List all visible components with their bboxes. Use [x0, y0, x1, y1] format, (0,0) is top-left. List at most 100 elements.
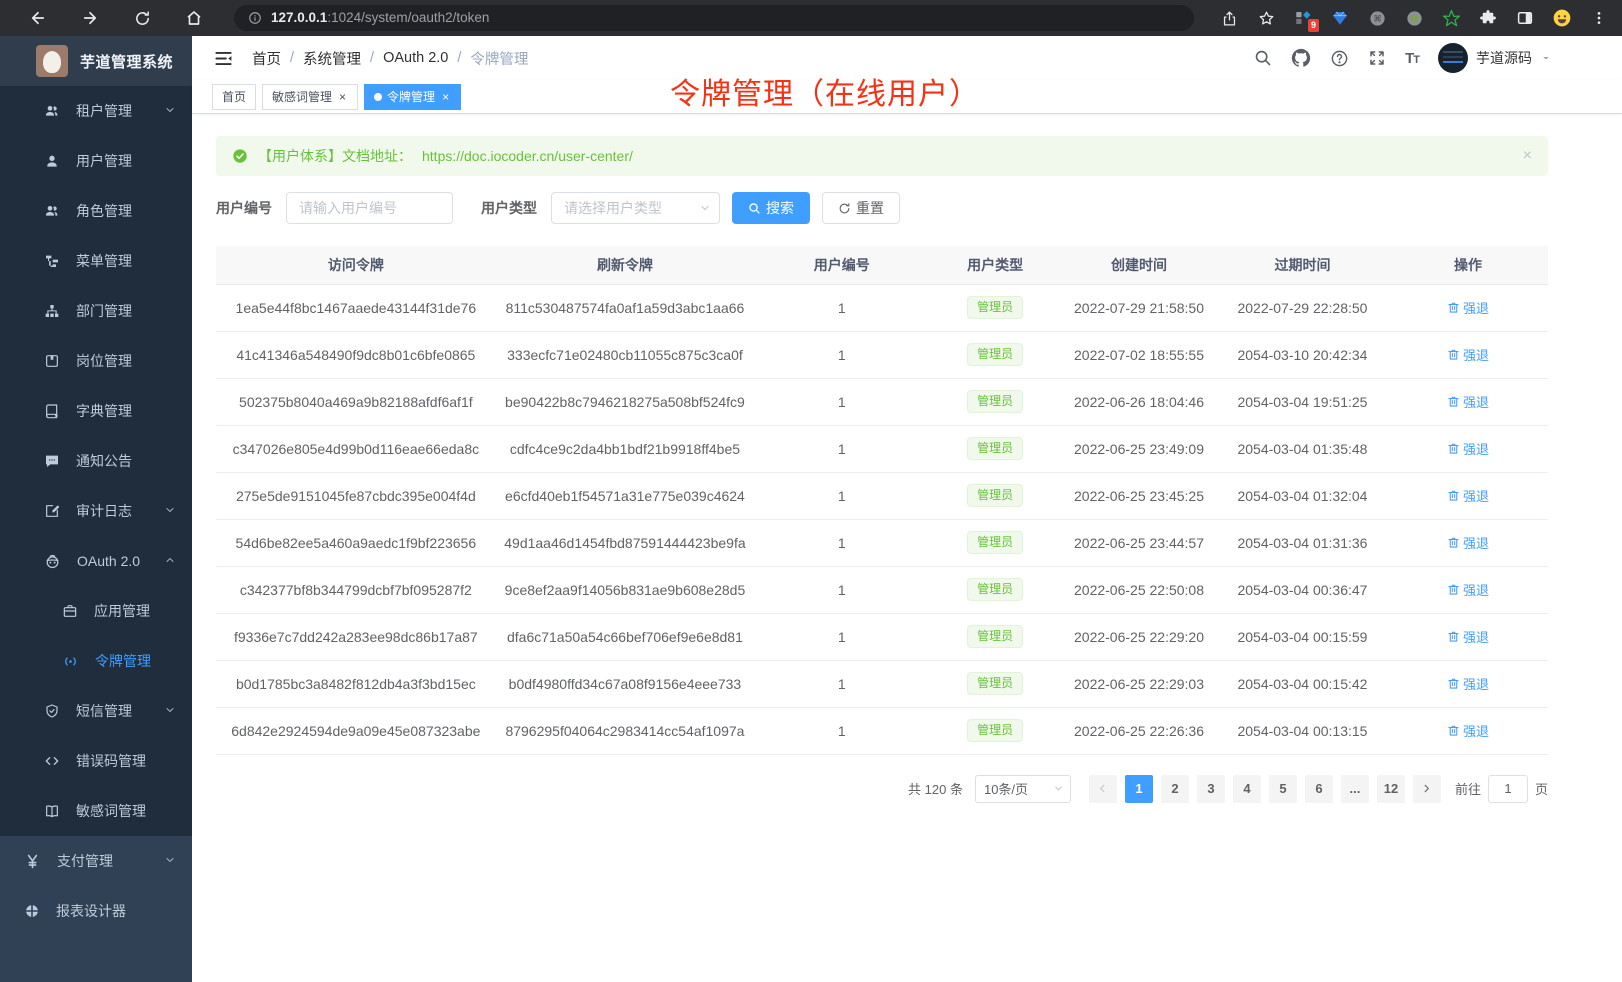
trash-icon [1447, 442, 1460, 455]
record-extension-icon[interactable] [1403, 7, 1425, 29]
sidebar-item-error-code[interactable]: 错误码管理 [0, 736, 192, 786]
emoji-extension-icon[interactable] [1551, 7, 1573, 29]
force-logout-button[interactable]: 强退 [1447, 439, 1489, 458]
sidebar-item-sms[interactable]: 短信管理 [0, 686, 192, 736]
robot-icon [44, 553, 61, 570]
page-button-4[interactable]: 4 [1233, 775, 1261, 803]
extension-tabs-icon[interactable]: 9 [1292, 7, 1314, 29]
tab-sensitive-word[interactable]: 敏感词管理× [262, 84, 358, 110]
column-header: 访问令牌 [216, 246, 496, 284]
sidebar-item-dept[interactable]: 部门管理 [0, 286, 192, 336]
browser-home-button[interactable] [168, 4, 220, 32]
tab-close-icon[interactable]: × [440, 90, 451, 104]
command-extension-icon[interactable]: ⌘ [1366, 7, 1388, 29]
tab-home[interactable]: 首页 [212, 84, 256, 110]
force-logout-button[interactable]: 强退 [1447, 627, 1489, 646]
bookmark-star-icon[interactable] [1255, 7, 1277, 29]
access-token-cell: c342377bf8b344799dcbf7bf095287f2 [216, 566, 496, 613]
browser-reload-button[interactable] [116, 4, 168, 32]
next-page-button[interactable] [1413, 775, 1441, 803]
user-menu[interactable]: 芋道源码 [1438, 43, 1552, 73]
sidebar-item-role[interactable]: 角色管理 [0, 186, 192, 236]
help-icon[interactable] [1330, 49, 1349, 68]
sidebar-item-report-designer[interactable]: 报表设计器 [0, 886, 192, 936]
fullscreen-icon[interactable] [1368, 49, 1386, 67]
column-header: 用户编号 [754, 246, 929, 284]
page-button-3[interactable]: 3 [1197, 775, 1225, 803]
sidebar-item-pay[interactable]: 支付管理 [0, 836, 192, 886]
page-button-2[interactable]: 2 [1161, 775, 1189, 803]
page-button-5[interactable]: 5 [1269, 775, 1297, 803]
refresh-icon [838, 202, 851, 215]
site-info-icon[interactable] [248, 11, 262, 25]
goto-page-input[interactable] [1488, 775, 1528, 803]
force-logout-button[interactable]: 强退 [1447, 345, 1489, 364]
doc-link[interactable]: https://doc.iocoder.cn/user-center/ [422, 148, 633, 164]
goto-label: 前往 [1455, 779, 1481, 798]
breadcrumb-item[interactable]: 首页 [252, 48, 281, 69]
sidebar-item-menu[interactable]: 菜单管理 [0, 236, 192, 286]
sidebar-item-notice[interactable]: 通知公告 [0, 436, 192, 486]
github-icon[interactable] [1291, 48, 1311, 68]
tab-token[interactable]: 令牌管理× [364, 84, 461, 110]
header-search-icon[interactable] [1254, 49, 1272, 67]
force-logout-button[interactable]: 强退 [1447, 533, 1489, 552]
force-logout-button[interactable]: 强退 [1447, 580, 1489, 599]
gem-extension-icon[interactable] [1329, 7, 1351, 29]
page-size-select[interactable]: 10条/页 [975, 775, 1071, 803]
user-id-cell: 1 [754, 378, 929, 425]
sidebar-item-dict[interactable]: 字典管理 [0, 386, 192, 436]
search-button[interactable]: 搜索 [732, 192, 810, 224]
split-view-icon[interactable] [1514, 7, 1536, 29]
force-logout-button[interactable]: 强退 [1447, 721, 1489, 740]
url-host: 127.0.0.1 [271, 10, 327, 25]
alert-text: 【用户体系】文档地址： [258, 146, 412, 166]
browser-toolbar: 127.0.0.1:1024/system/oauth2/token 9 ⌘ [0, 0, 1622, 36]
share-icon[interactable] [1218, 7, 1240, 29]
page-button-12[interactable]: 12 [1377, 775, 1405, 803]
user-type-select[interactable]: 请选择用户类型 [551, 192, 720, 224]
expire-time-cell: 2054-03-04 00:13:15 [1217, 707, 1388, 754]
breadcrumb-item[interactable]: OAuth 2.0 [383, 50, 448, 66]
sidebar: 芋道管理系统 租户管理用户管理角色管理菜单管理部门管理岗位管理字典管理通知公告审… [0, 36, 192, 982]
user-id-input[interactable] [286, 192, 453, 224]
puzzle-extensions-icon[interactable] [1477, 7, 1499, 29]
force-logout-button[interactable]: 强退 [1447, 298, 1489, 317]
force-logout-label: 强退 [1463, 533, 1489, 552]
prev-page-button[interactable] [1089, 775, 1117, 803]
page-button-6[interactable]: 6 [1305, 775, 1333, 803]
chevron-down-icon [699, 202, 711, 214]
expire-time-cell: 2054-03-04 01:35:48 [1217, 425, 1388, 472]
expire-time-cell: 2054-03-04 01:31:36 [1217, 519, 1388, 566]
create-time-cell: 2022-06-25 22:29:03 [1061, 660, 1217, 707]
sidebar-item-oauth2-app[interactable]: 应用管理 [0, 586, 192, 636]
star-extension-icon[interactable] [1440, 7, 1462, 29]
sidebar-item-post[interactable]: 岗位管理 [0, 336, 192, 386]
sidebar-item-user[interactable]: 用户管理 [0, 136, 192, 186]
reset-button[interactable]: 重置 [822, 192, 900, 224]
sidebar-item-oauth2[interactable]: OAuth 2.0 [0, 536, 192, 586]
browser-back-button[interactable] [12, 4, 64, 32]
force-logout-button[interactable]: 强退 [1447, 674, 1489, 693]
user-type-cell: 管理员 [929, 519, 1061, 566]
browser-forward-button[interactable] [64, 4, 116, 32]
force-logout-button[interactable]: 强退 [1447, 486, 1489, 505]
tab-close-icon[interactable]: × [337, 90, 348, 104]
address-bar[interactable]: 127.0.0.1:1024/system/oauth2/token [234, 5, 1194, 31]
expire-time-cell: 2054-03-04 00:15:42 [1217, 660, 1388, 707]
sidebar-toggle-icon[interactable] [206, 41, 240, 75]
sidebar-item-audit-log[interactable]: 审计日志 [0, 486, 192, 536]
breadcrumb-item[interactable]: 系统管理 [303, 48, 361, 69]
user-id-cell: 1 [754, 613, 929, 660]
user-type-badge: 管理员 [967, 531, 1023, 555]
sidebar-item-sensitive-word[interactable]: 敏感词管理 [0, 786, 192, 836]
force-logout-button[interactable]: 强退 [1447, 392, 1489, 411]
user-type-label: 用户类型 [481, 198, 537, 218]
page-button-1[interactable]: 1 [1125, 775, 1153, 803]
alert-close-icon[interactable]: × [1523, 147, 1532, 165]
browser-menu-icon[interactable] [1588, 7, 1610, 29]
column-header: 创建时间 [1061, 246, 1217, 284]
sidebar-item-tenant[interactable]: 租户管理 [0, 86, 192, 136]
font-size-icon[interactable]: TT [1405, 50, 1419, 67]
sidebar-item-oauth2-token[interactable]: 令牌管理 [0, 636, 192, 686]
